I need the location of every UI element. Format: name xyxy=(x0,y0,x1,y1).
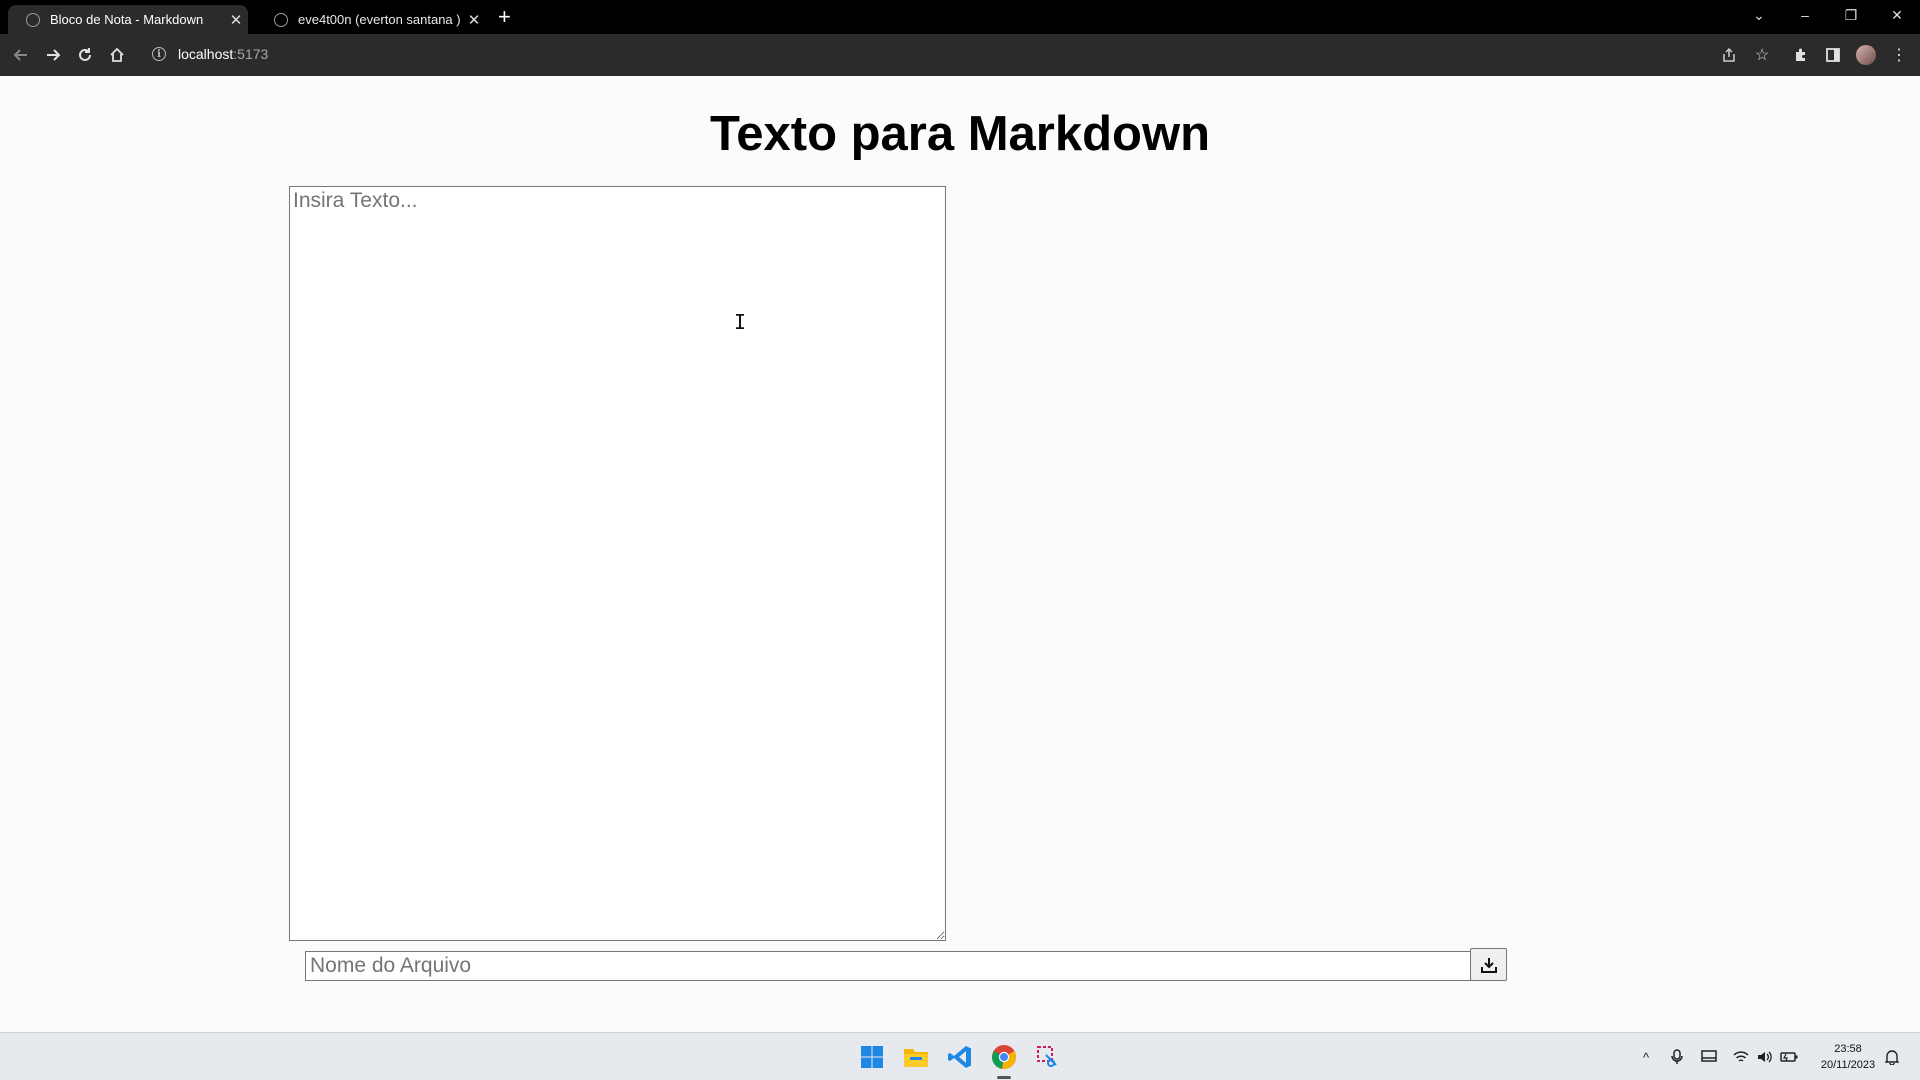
file-explorer-icon[interactable] xyxy=(900,1041,932,1073)
tab-bloco-de-nota[interactable]: Bloco de Nota - Markdown ✕ xyxy=(8,5,248,34)
address-bar[interactable]: i localhost:5173 xyxy=(142,38,1742,70)
minimize-button[interactable]: – xyxy=(1782,0,1828,30)
forward-arrow-icon[interactable] xyxy=(40,42,66,68)
vscode-icon[interactable] xyxy=(944,1041,976,1073)
chevron-up-icon[interactable]: ^ xyxy=(1636,1047,1656,1067)
download-icon xyxy=(1480,957,1497,973)
filename-input[interactable] xyxy=(305,951,1471,981)
url-port: :5173 xyxy=(233,46,269,62)
reload-icon[interactable] xyxy=(72,42,98,68)
new-tab-button[interactable]: + xyxy=(498,6,511,28)
battery-icon[interactable] xyxy=(1779,1047,1799,1067)
snipping-tool-icon[interactable] xyxy=(1032,1041,1064,1073)
profile-avatar[interactable] xyxy=(1853,42,1879,68)
page-title: Texto para Markdown xyxy=(709,107,1211,161)
bookmark-star-icon[interactable]: ☆ xyxy=(1749,42,1775,68)
tab-close-icon[interactable]: ✕ xyxy=(462,11,486,29)
extensions-icon[interactable] xyxy=(1788,42,1814,68)
windows-taskbar: ^ 23:58 20/11/2023 xyxy=(0,1032,1920,1080)
close-window-button[interactable]: ✕ xyxy=(1874,0,1920,30)
tab-search-icon[interactable]: ⌄ xyxy=(1736,0,1782,30)
browser-titlebar: Bloco de Nota - Markdown ✕ eve4t00n (eve… xyxy=(0,0,1920,34)
display-icon[interactable] xyxy=(1699,1047,1719,1067)
markdown-text-input[interactable] xyxy=(289,186,946,941)
back-arrow-icon[interactable] xyxy=(8,42,34,68)
system-clock[interactable]: 23:58 20/11/2023 xyxy=(1808,1041,1888,1073)
tab-close-icon[interactable]: ✕ xyxy=(224,11,248,29)
kebab-menu-icon[interactable]: ⋮ xyxy=(1886,42,1912,68)
text-cursor-icon: I xyxy=(734,310,747,334)
microphone-icon[interactable] xyxy=(1667,1047,1687,1067)
browser-toolbar: i localhost:5173 ☆ ⋮ xyxy=(0,34,1920,77)
github-icon xyxy=(274,12,288,27)
tab-github[interactable]: eve4t00n (everton santana ) ✕ xyxy=(256,5,486,34)
side-panel-icon[interactable] xyxy=(1820,42,1846,68)
notification-bell-icon[interactable] xyxy=(1882,1047,1902,1067)
chrome-icon[interactable] xyxy=(988,1041,1020,1079)
tab-title: Bloco de Nota - Markdown xyxy=(50,12,204,27)
home-icon[interactable] xyxy=(104,42,130,68)
url-text: localhost:5173 xyxy=(178,46,268,62)
download-button[interactable] xyxy=(1470,948,1507,981)
wifi-icon[interactable] xyxy=(1731,1047,1751,1067)
volume-icon[interactable] xyxy=(1755,1047,1775,1067)
page-content: Texto para Markdown I xyxy=(0,76,1920,1032)
share-icon[interactable] xyxy=(1716,42,1742,68)
url-host: localhost xyxy=(178,46,234,62)
info-icon[interactable]: i xyxy=(152,47,166,61)
windows-start-icon[interactable] xyxy=(856,1041,888,1073)
restore-button[interactable]: ❐ xyxy=(1828,0,1874,30)
tab-title: eve4t00n (everton santana ) xyxy=(298,12,461,27)
globe-icon xyxy=(26,12,40,27)
clock-time: 23:58 xyxy=(1834,1043,1862,1055)
clock-date: 20/11/2023 xyxy=(1820,1059,1876,1071)
